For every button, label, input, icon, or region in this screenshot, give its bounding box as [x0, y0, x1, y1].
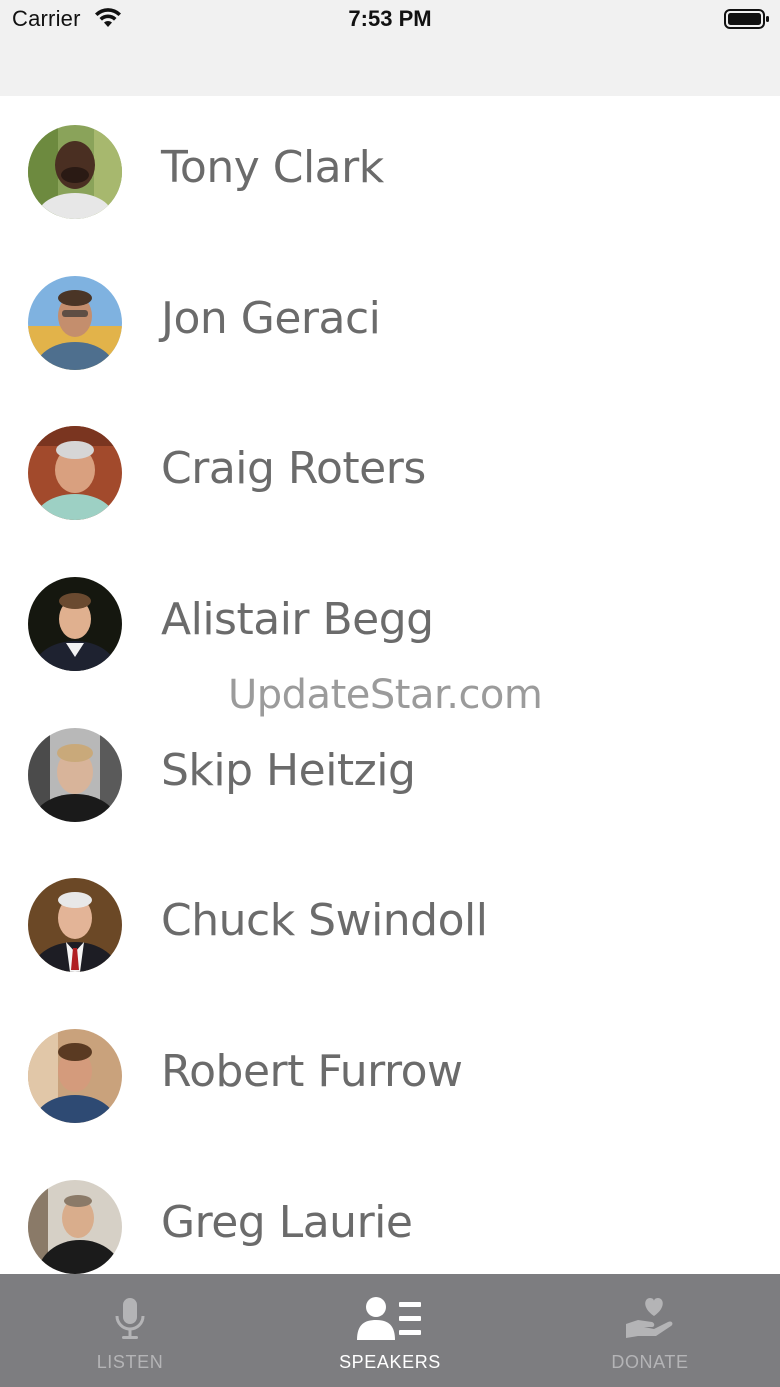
tab-label: SPEAKERS	[339, 1352, 441, 1372]
speaker-name: Jon Geraci	[161, 292, 381, 344]
speaker-name: Tony Clark	[161, 142, 384, 193]
speaker-row-chuck-swindoll[interactable]: Chuck Swindoll	[0, 849, 780, 1000]
speaker-name: Craig Roters	[161, 443, 426, 495]
tab-label: DONATE	[611, 1352, 689, 1372]
speakers-screen: Carrier 7:53 PM Tony Clark Jon Geraci Cr…	[0, 0, 780, 1387]
avatar	[28, 1179, 122, 1274]
donate-heart-hand-icon	[626, 1298, 673, 1338]
watermark: UpdateStar.com	[228, 672, 543, 718]
speaker-name: Alistair Begg	[161, 594, 434, 646]
avatar	[28, 878, 122, 973]
speaker-row-jon-geraci[interactable]: Jon Geraci	[0, 247, 780, 398]
tab-label: LISTEN	[96, 1352, 164, 1372]
tab-speakers[interactable]: SPEAKERS	[260, 1274, 520, 1387]
avatar	[28, 275, 122, 370]
speaker-name: Chuck Swindoll	[161, 895, 488, 947]
avatar	[28, 426, 122, 521]
tab-donate[interactable]: DONATE	[520, 1274, 780, 1387]
tab-bar: LISTEN SPEAKERS DONATE	[0, 1274, 780, 1387]
speaker-row-tony-clark[interactable]: Tony Clark	[0, 96, 780, 247]
tab-listen[interactable]: LISTEN	[0, 1274, 260, 1387]
speakers-list-icon	[357, 1297, 421, 1340]
avatar	[28, 125, 122, 219]
battery-icon	[724, 9, 769, 29]
speaker-row-skip-heitzig[interactable]: Skip Heitzig	[0, 699, 780, 850]
speaker-name: Greg Laurie	[161, 1196, 413, 1248]
avatar	[28, 727, 122, 822]
clock: 7:53 PM	[348, 6, 432, 31]
microphone-icon	[115, 1298, 145, 1339]
speaker-name: Skip Heitzig	[161, 744, 416, 796]
speaker-name: Robert Furrow	[161, 1046, 463, 1098]
speaker-row-craig-roters[interactable]: Craig Roters	[0, 397, 780, 548]
status-bar: Carrier 7:53 PM	[0, 0, 780, 96]
speaker-row-robert-furrow[interactable]: Robert Furrow	[0, 1000, 780, 1151]
avatar	[28, 1029, 122, 1124]
avatar	[28, 577, 122, 672]
